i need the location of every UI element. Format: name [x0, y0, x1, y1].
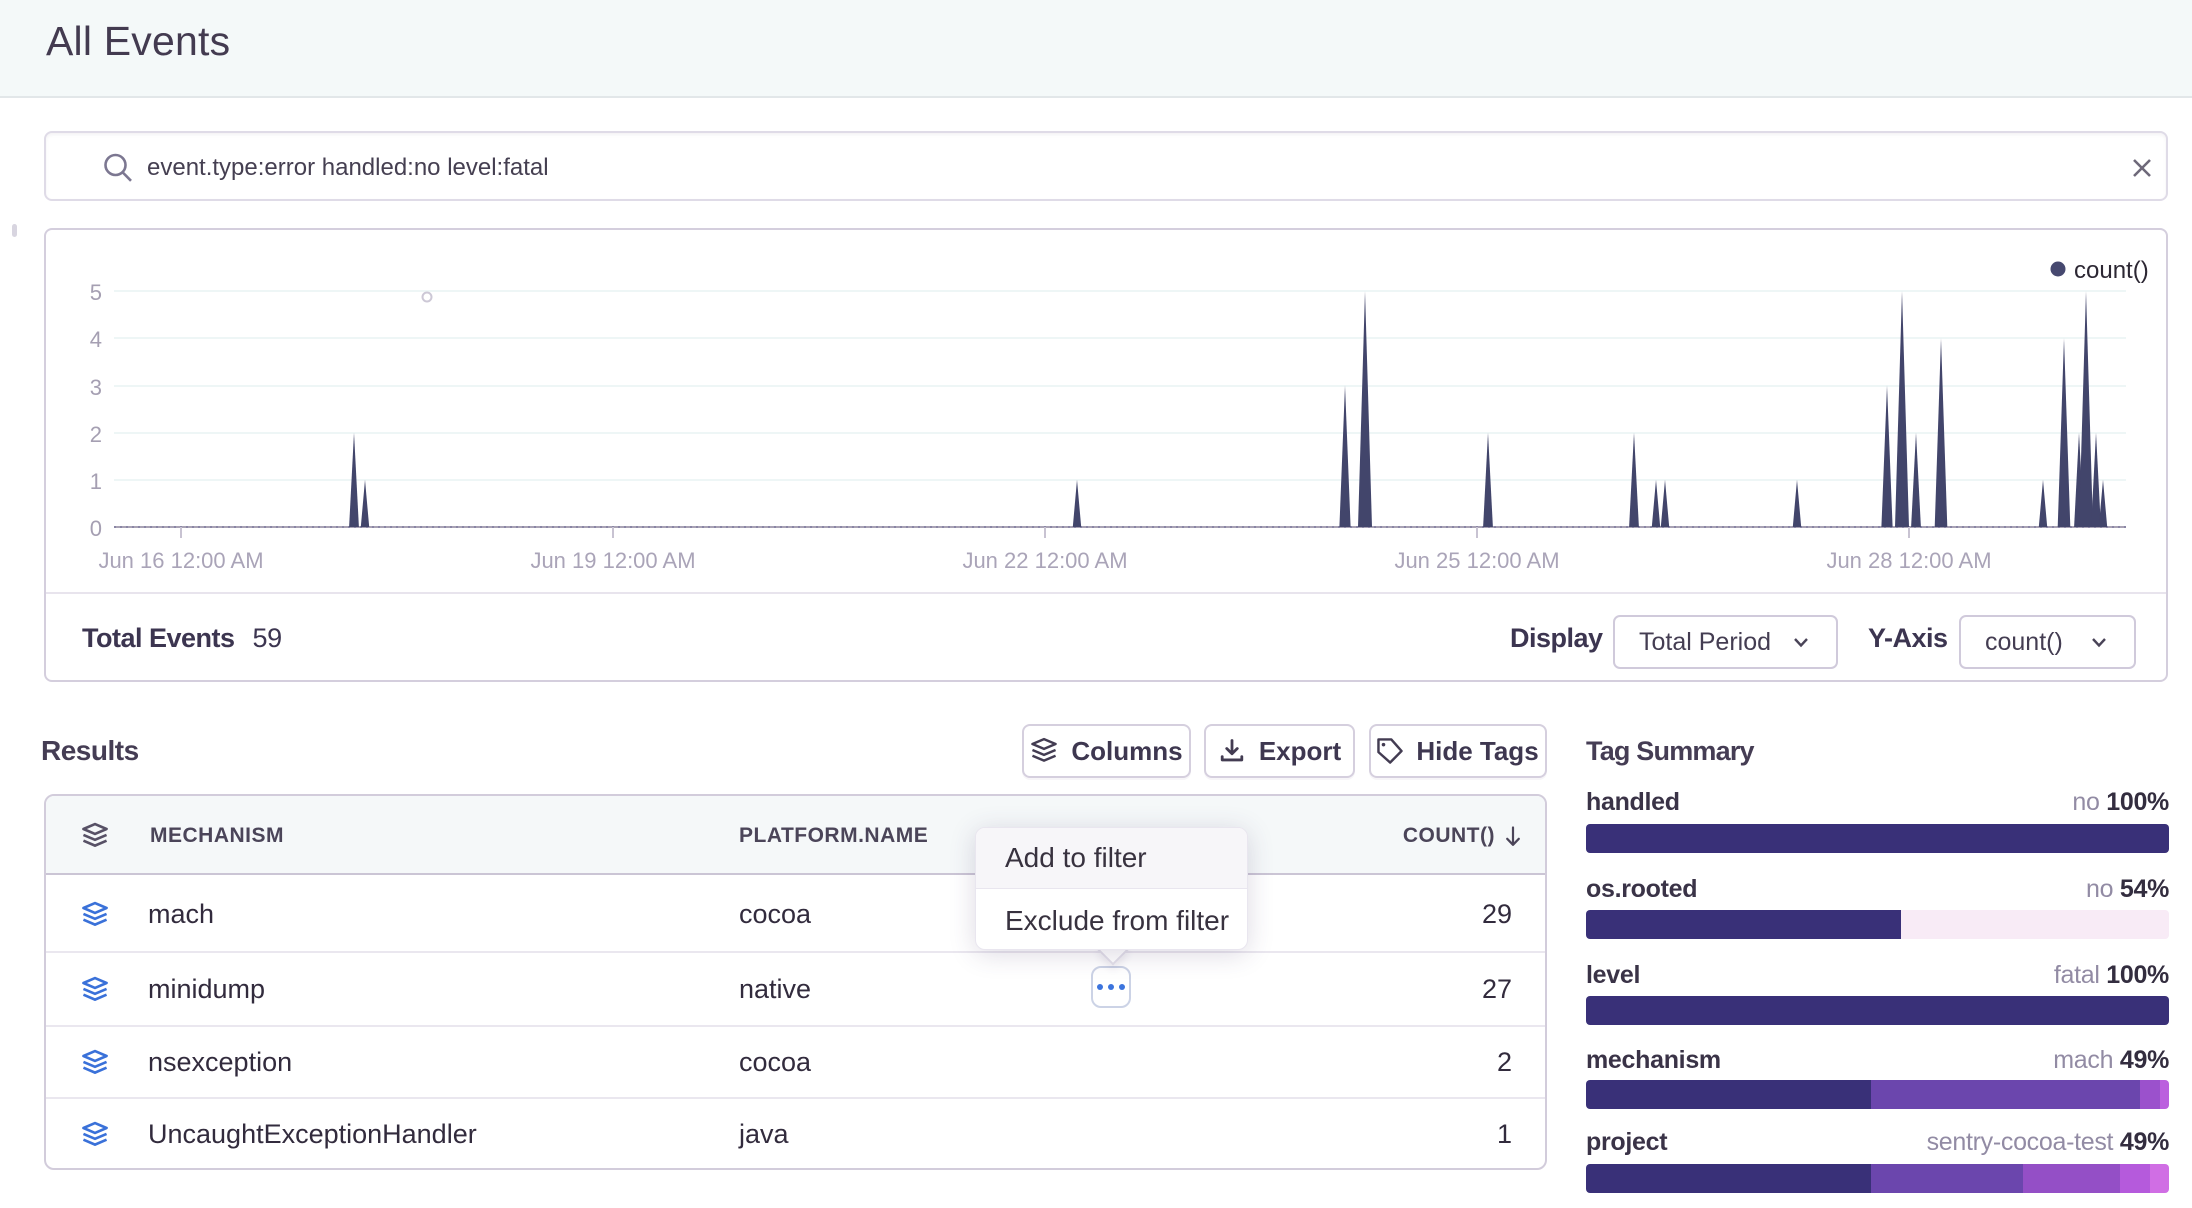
svg-text:Jun 28 12:00 AM: Jun 28 12:00 AM	[1826, 548, 1991, 573]
svg-text:4: 4	[90, 327, 102, 352]
svg-text:5: 5	[90, 280, 102, 305]
svg-text:Jun 19 12:00 AM: Jun 19 12:00 AM	[530, 548, 695, 573]
svg-text:count(): count()	[2074, 257, 2149, 284]
svg-text:Jun 16 12:00 AM: Jun 16 12:00 AM	[98, 548, 263, 573]
svg-text:Jun 25 12:00 AM: Jun 25 12:00 AM	[1394, 548, 1559, 573]
svg-text:2: 2	[90, 422, 102, 447]
svg-text:1: 1	[90, 469, 102, 494]
svg-text:Jun 22 12:00 AM: Jun 22 12:00 AM	[962, 548, 1127, 573]
svg-text:0: 0	[90, 516, 102, 541]
svg-text:3: 3	[90, 375, 102, 400]
